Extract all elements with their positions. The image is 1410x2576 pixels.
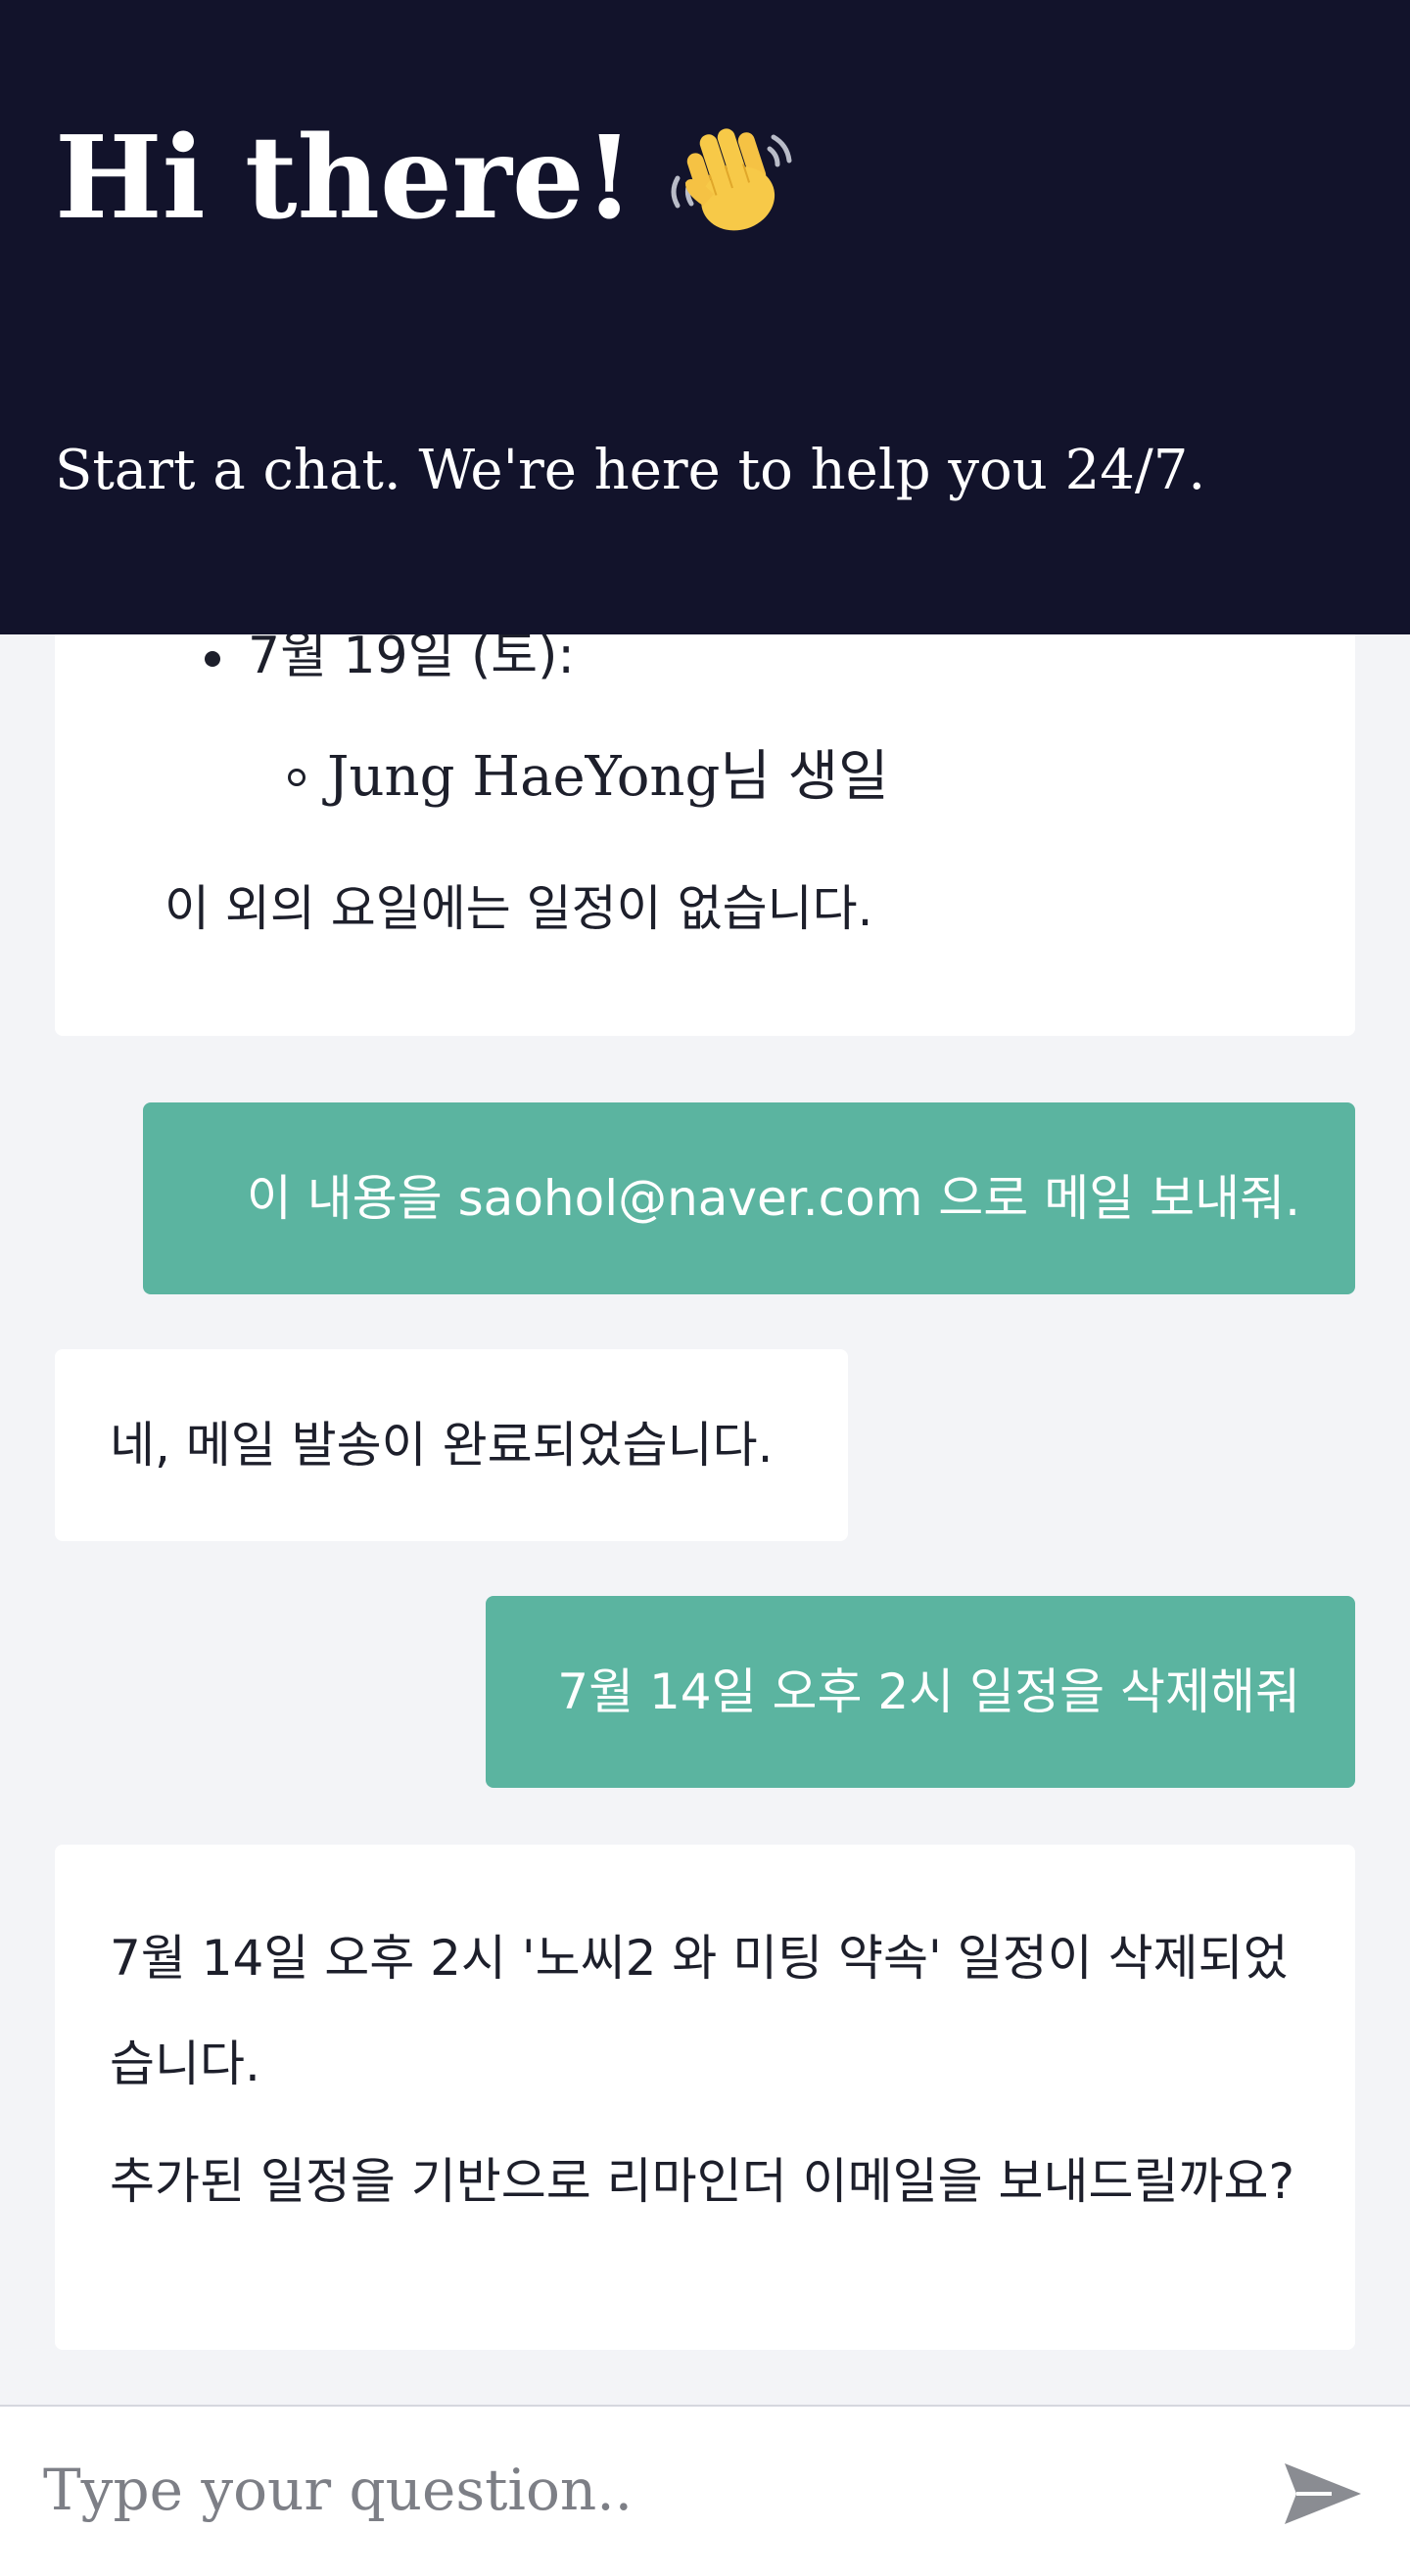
list-item: 7월 19일 (토): [248, 634, 575, 685]
header-title: Hi there! [55, 110, 801, 247]
send-icon [1285, 2463, 1361, 2524]
header-title-text: Hi there! [55, 112, 634, 245]
chat-header: Hi there! Start a chat. We're here to he [0, 0, 1410, 634]
chat-input-bar [0, 2405, 1410, 2576]
bot-message: 7월 14일 오후 2시 '노씨2 와 미팅 약속' 일정이 삭제되었습니다. … [55, 1845, 1355, 2350]
sub-bullet-circle [288, 769, 306, 786]
question-input[interactable] [43, 2436, 1247, 2544]
bot-message: 네, 메일 발송이 완료되었습니다. [55, 1349, 848, 1541]
user-message-text: 7월 14일 오후 2시 일정을 삭제해줘 [557, 1663, 1300, 1720]
bullet-dot [205, 651, 220, 667]
header-subtitle: Start a chat. We're here to help you 24/… [55, 439, 1206, 502]
user-message: 7월 14일 오후 2시 일정을 삭제해줘 [486, 1596, 1355, 1788]
sub-list-item: Jung HaeYong님 생일 [327, 745, 889, 809]
user-message: 이 내용을 saohol@naver.com 으로 메일 보내줘. [143, 1102, 1355, 1294]
bot-message-paragraph: 추가된 일정을 기반으로 리마인더 이메일을 보내드릴까요? [110, 2153, 1295, 2210]
message-note: 이 외의 요일에는 일정이 없습니다. [164, 880, 873, 937]
waving-hand-icon [664, 110, 801, 247]
chat-messages[interactable]: 7월 19일 (토): Jung HaeYong님 생일 이 외의 요일에는 일… [0, 634, 1410, 2405]
bot-message-paragraph: 7월 14일 오후 2시 '노씨2 와 미팅 약속' 일정이 삭제되었습니다. [110, 1930, 1289, 2092]
user-message-text: 이 내용을 saohol@naver.com 으로 메일 보내줘. [246, 1170, 1300, 1227]
bot-message-content: 7월 19일 (토): Jung HaeYong님 생일 이 외의 요일에는 일… [55, 634, 1355, 1036]
bot-message: 7월 19일 (토): Jung HaeYong님 생일 이 외의 요일에는 일… [55, 634, 1355, 1036]
bot-message-text: 네, 메일 발송이 완료되었습니다. [110, 1417, 774, 1474]
send-button[interactable] [1279, 2450, 1367, 2538]
